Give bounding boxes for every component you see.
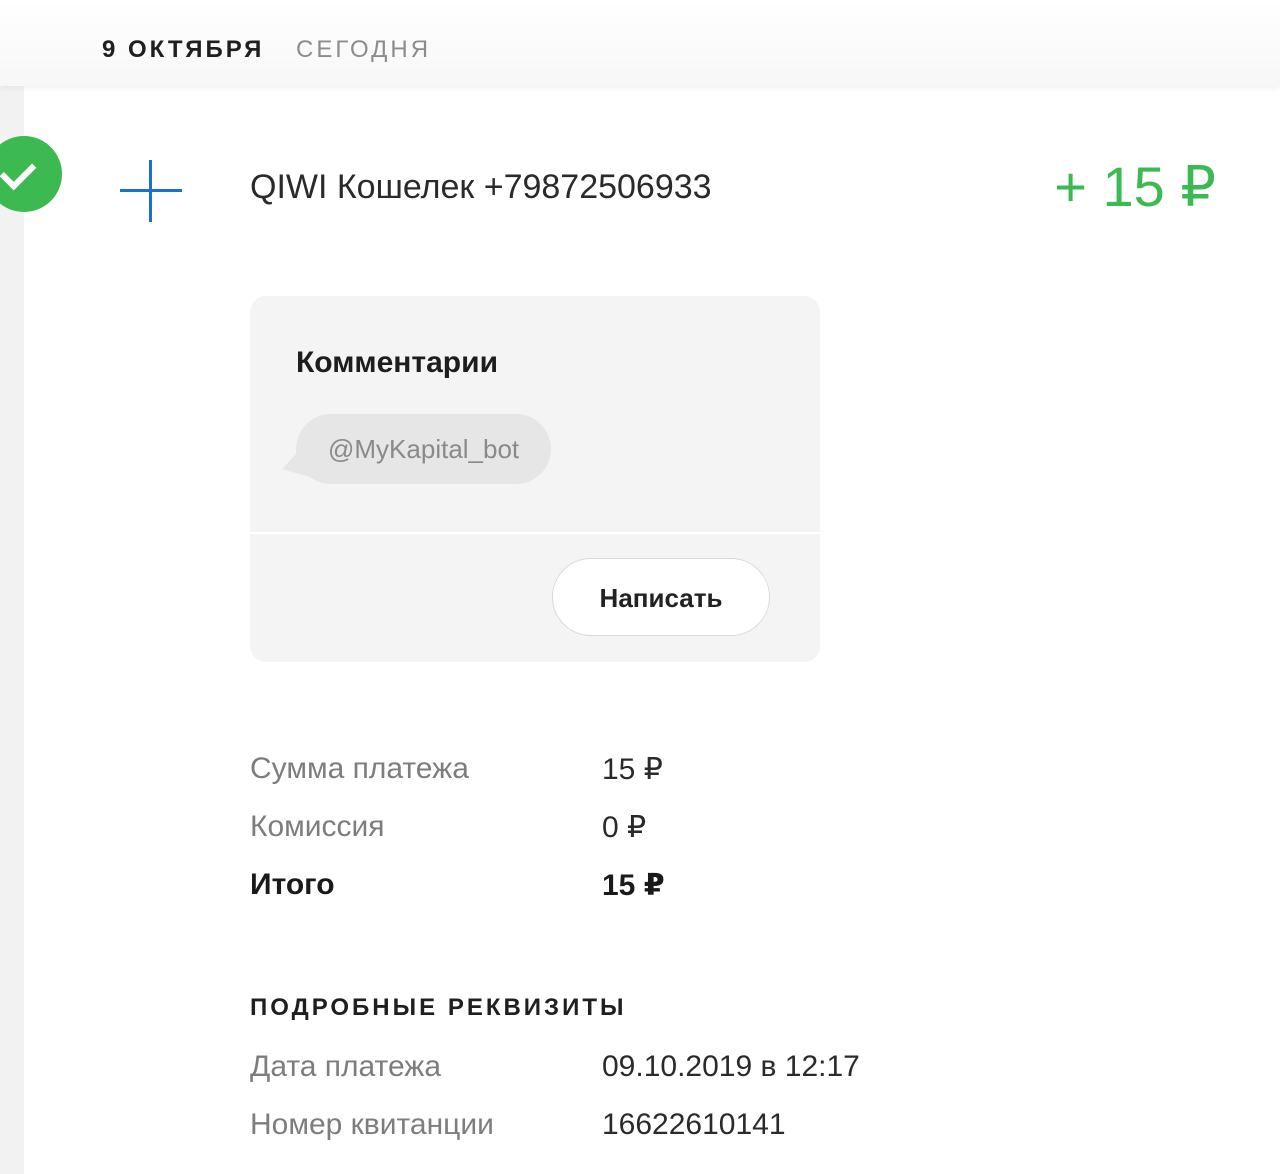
summary-value: 15 ₽ bbox=[602, 869, 665, 902]
date-relative: СЕГОДНЯ bbox=[296, 36, 432, 63]
details-label: Номер квитанции bbox=[250, 1108, 494, 1141]
transaction-amount: + 15 ₽ bbox=[1054, 155, 1216, 218]
transaction-title: QIWI Кошелек +79872506933 bbox=[250, 168, 712, 206]
plus-icon bbox=[120, 160, 182, 222]
date-header: 9 ОКТЯБРЯ СЕГОДНЯ bbox=[0, 0, 1280, 86]
summary-value: 15 ₽ bbox=[602, 753, 663, 786]
details-value: 16622610141 bbox=[602, 1108, 786, 1141]
comments-divider bbox=[250, 532, 820, 534]
write-comment-button[interactable]: Написать bbox=[552, 558, 770, 636]
summary-label: Сумма платежа bbox=[250, 752, 469, 785]
summary-label: Итого bbox=[250, 868, 335, 901]
comments-box: Комментарии @MyKapital_bot Написать bbox=[250, 296, 820, 662]
details-label: Дата платежа bbox=[250, 1050, 442, 1083]
details-title: ПОДРОБНЫЕ РЕКВИЗИТЫ bbox=[250, 994, 627, 1021]
summary-label: Комиссия bbox=[250, 810, 385, 843]
comments-title: Комментарии bbox=[296, 346, 499, 379]
date-day: 9 ОКТЯБРЯ bbox=[102, 36, 265, 63]
summary-value: 0 ₽ bbox=[602, 811, 647, 844]
details-value: 09.10.2019 в 12:17 bbox=[602, 1050, 860, 1083]
comment-bubble: @MyKapital_bot bbox=[296, 414, 552, 484]
